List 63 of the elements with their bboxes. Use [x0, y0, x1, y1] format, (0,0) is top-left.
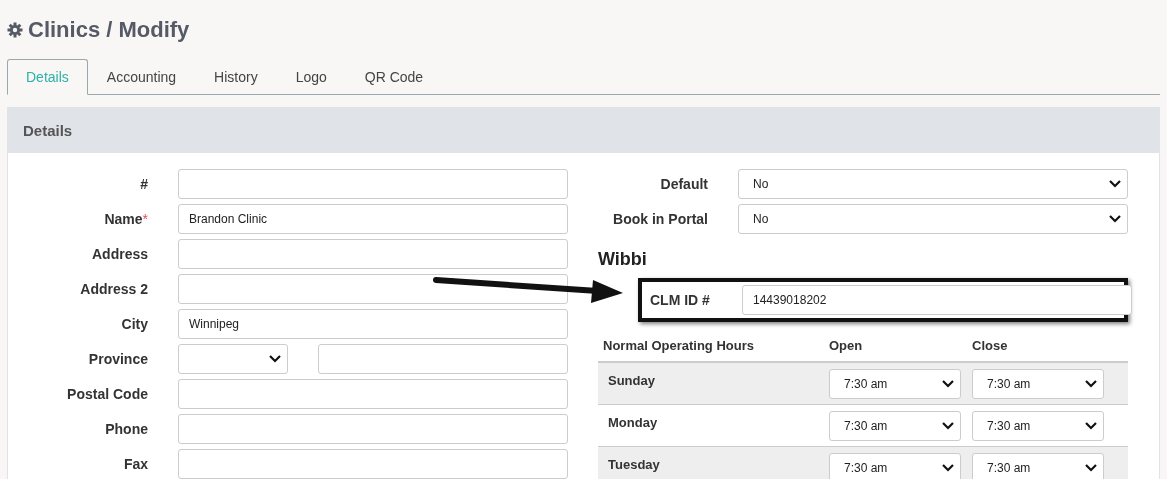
field-label: City: [121, 316, 148, 332]
time-select[interactable]: 7:30 am: [829, 411, 961, 441]
column-header: Normal Operating Hours: [602, 337, 755, 353]
field-label: Phone: [105, 421, 148, 437]
field-label: Province: [88, 351, 148, 367]
field-label: Name: [104, 211, 143, 227]
text-field[interactable]: [178, 239, 568, 269]
field-label: Default: [659, 176, 709, 192]
text-field[interactable]: [178, 379, 568, 409]
select-value: No: [753, 177, 769, 191]
tab[interactable]: History: [195, 59, 277, 94]
time-select[interactable]: 7:30 am: [972, 411, 1104, 441]
panel-title: Details: [23, 122, 73, 139]
field-label: #: [140, 176, 148, 192]
gear-icon: [7, 22, 23, 38]
select-value: 7:30 am: [844, 377, 888, 391]
text-field[interactable]: [178, 449, 568, 479]
chevron-down-icon: [269, 355, 281, 363]
tab[interactable]: Accounting: [87, 59, 196, 94]
text-field[interactable]: Brandon Clinic: [178, 204, 568, 234]
chevron-down-icon: [942, 464, 954, 472]
day-name: Tuesday: [607, 456, 661, 474]
page-title: Clinics / Modify: [28, 17, 190, 43]
section-title: Wibbi: [598, 247, 648, 271]
select-value: 7:30 am: [844, 461, 888, 475]
chevron-down-icon: [942, 380, 954, 388]
text-field[interactable]: [318, 344, 568, 374]
chevron-down-icon: [942, 422, 954, 430]
time-select[interactable]: 7:30 am: [972, 369, 1104, 399]
time-select[interactable]: 7:30 am: [972, 453, 1104, 479]
required-mark: *: [142, 211, 148, 227]
day-name: Sunday: [607, 372, 656, 390]
field-label: Address 2: [80, 281, 148, 297]
field-label: Address: [91, 246, 148, 262]
tab[interactable]: Logo: [276, 59, 346, 94]
day-name: Monday: [607, 414, 659, 432]
select-value: 7:30 am: [987, 419, 1031, 433]
text-field[interactable]: [178, 169, 568, 199]
field-label: Book in Portal: [612, 211, 709, 227]
select-value: 7:30 am: [987, 377, 1031, 391]
chevron-down-icon: [1085, 380, 1097, 388]
text-field[interactable]: Winnipeg: [178, 309, 568, 339]
field-label: Postal Code: [67, 386, 148, 402]
chevron-down-icon: [1085, 422, 1097, 430]
select-value: No: [753, 212, 769, 226]
select-value: 7:30 am: [987, 461, 1031, 475]
text-field[interactable]: 14439018202: [742, 285, 1132, 315]
chevron-down-icon: [1109, 180, 1121, 188]
dropdown[interactable]: No: [738, 204, 1128, 234]
chevron-down-icon: [1109, 215, 1121, 223]
column-header: Open: [829, 337, 864, 353]
text-field[interactable]: [178, 414, 568, 444]
chevron-down-icon: [1085, 464, 1097, 472]
select-value: 7:30 am: [844, 419, 888, 433]
text-field[interactable]: [178, 274, 568, 304]
time-select[interactable]: 7:30 am: [829, 453, 961, 479]
field-label: CLM ID #: [650, 292, 711, 308]
time-select[interactable]: 7:30 am: [829, 369, 961, 399]
tab[interactable]: QR Code: [345, 59, 443, 94]
dropdown[interactable]: No: [738, 169, 1128, 199]
column-header: Close: [972, 337, 1009, 353]
field-label: Fax: [123, 456, 148, 472]
province-select[interactable]: [178, 344, 288, 374]
